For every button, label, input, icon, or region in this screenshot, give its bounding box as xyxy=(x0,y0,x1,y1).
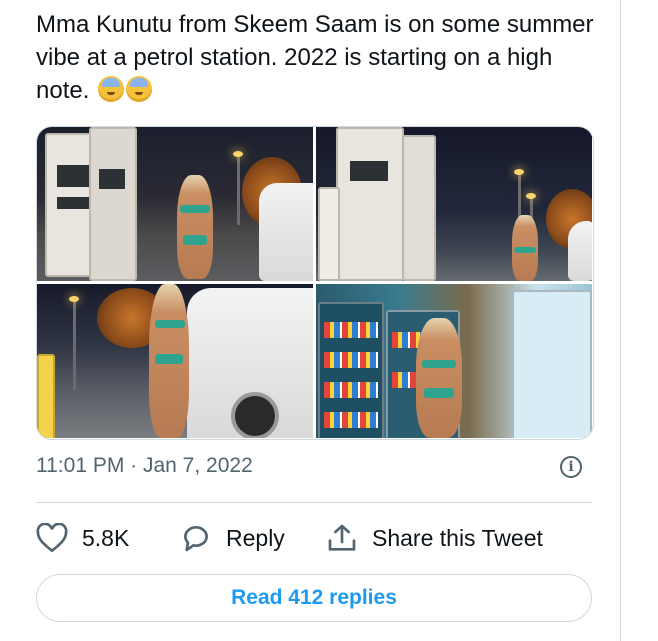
reply-button[interactable]: Reply xyxy=(180,518,285,558)
reply-bubble-icon xyxy=(184,526,208,552)
fuel-pump xyxy=(402,135,436,281)
share-icon xyxy=(328,524,356,551)
white-van xyxy=(259,183,313,281)
woman-figure xyxy=(177,175,213,279)
bikini xyxy=(422,360,456,368)
street-lamp xyxy=(233,151,243,225)
street-lamp xyxy=(69,296,79,390)
bikini xyxy=(424,388,454,398)
reply-label: Reply xyxy=(226,524,285,551)
photo-convenience-store-fridge[interactable] xyxy=(316,284,592,438)
cold-face-emoji-icon xyxy=(126,76,153,102)
photo-petrol-pump-night[interactable] xyxy=(37,127,313,281)
heart-icon xyxy=(36,523,68,553)
read-replies-label: Read 412 replies xyxy=(231,586,397,609)
share-label: Share this Tweet xyxy=(372,524,543,551)
fuel-pump-edge xyxy=(37,354,55,438)
bikini xyxy=(514,247,536,253)
photo-fueling-van[interactable] xyxy=(37,284,313,438)
like-button[interactable]: 5.8K xyxy=(36,518,129,558)
tweet-timestamp[interactable]: 11:01 PM · Jan 7, 2022 xyxy=(36,454,253,478)
fridge-frame xyxy=(512,290,592,438)
bikini xyxy=(155,320,185,328)
bikini xyxy=(183,235,207,245)
van-wheel xyxy=(231,392,279,438)
cold-face-emoji-icon xyxy=(98,76,125,102)
like-count: 5.8K xyxy=(82,524,130,551)
fridge-frame xyxy=(318,302,384,438)
divider xyxy=(36,502,592,503)
tweet-text-block: Mma Kunutu from Skeem Saam is on some su… xyxy=(36,8,606,107)
fuel-pump xyxy=(336,127,404,281)
white-van xyxy=(568,221,592,281)
read-replies-button[interactable]: Read 412 replies xyxy=(36,574,592,622)
bikini xyxy=(155,354,183,364)
bikini xyxy=(180,205,210,213)
info-icon[interactable]: i xyxy=(560,456,582,478)
woman-figure xyxy=(416,318,462,438)
media-grid xyxy=(36,126,594,440)
warning-sign-panel xyxy=(318,187,340,281)
photo-pump-side-view[interactable] xyxy=(316,127,592,281)
fuel-pump xyxy=(89,127,137,281)
tweet-card: Mma Kunutu from Skeem Saam is on some su… xyxy=(0,0,621,641)
tweet-actions: 5.8K Reply Share this Tweet xyxy=(36,518,592,558)
share-button[interactable]: Share this Tweet xyxy=(326,518,543,558)
